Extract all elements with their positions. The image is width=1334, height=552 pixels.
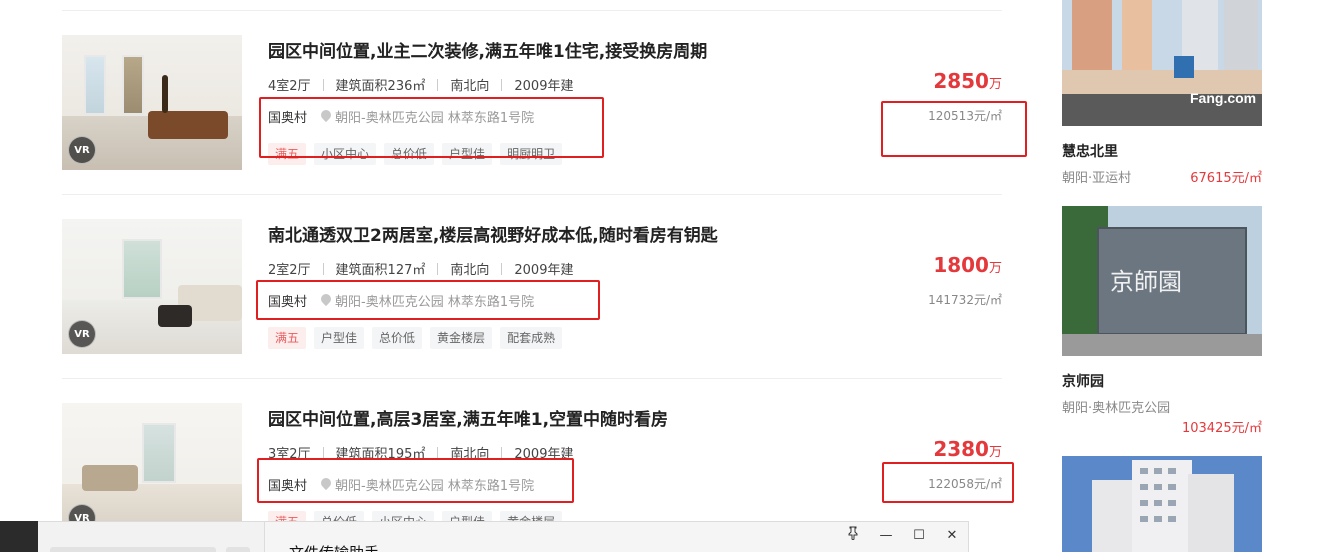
attr-separator <box>322 262 324 275</box>
floor-area: 建筑面积195㎡ <box>335 447 426 462</box>
room-layout: 2室2厅 <box>268 263 311 278</box>
unit-price: 120513元/㎡ <box>928 109 1002 123</box>
tag: 黄金楼层 <box>430 327 493 349</box>
listing-title[interactable]: 园区中间位置,业主二次装修,满五年唯1住宅,接受换房周期 <box>268 37 707 62</box>
gate-photo-icon: 京師園 <box>1062 206 1262 356</box>
row-divider <box>62 194 1002 195</box>
tag-list: 满五 小区中心 总价低 户型佳 明厨明卫 <box>268 143 563 165</box>
tag: 户型佳 <box>442 143 493 165</box>
address-text: 朝阳-奥林匹克公园 林萃东路1号院 <box>335 295 535 310</box>
tag: 户型佳 <box>314 327 365 349</box>
tag: 满五 <box>268 143 307 165</box>
attr-separator <box>437 78 439 91</box>
community-link[interactable]: 国奥村 <box>268 475 307 494</box>
top-divider <box>62 10 1002 11</box>
listing-location: 国奥村 朝阳-奥林匹克公园 林萃东路1号院 <box>268 107 534 126</box>
total-price: 2380万 <box>933 437 1002 461</box>
listing-attributes: 4室2厅 建筑面积236㎡ 南北向 2009年建 <box>268 75 573 94</box>
attr-separator <box>501 262 503 275</box>
community-link[interactable]: 国奥村 <box>268 291 307 310</box>
chat-search-input[interactable] <box>50 547 216 552</box>
price-number: 2850 <box>933 69 989 93</box>
attr-separator <box>437 446 439 459</box>
gate-sign-text: 京師園 <box>1110 268 1182 296</box>
tag: 配套成熟 <box>500 327 563 349</box>
tower-photo-icon <box>1062 456 1262 552</box>
minimize-button[interactable]: — <box>876 526 896 546</box>
address-text: 朝阳-奥林匹克公园 林萃东路1号院 <box>335 111 535 126</box>
build-year: 2009年建 <box>514 447 574 462</box>
attr-separator <box>322 78 324 91</box>
pin-icon[interactable] <box>843 526 863 546</box>
location-pin-icon <box>321 478 331 491</box>
listing-photo[interactable]: VR <box>62 219 242 354</box>
orientation: 南北向 <box>450 263 490 278</box>
price-unit: 万 <box>988 445 1002 460</box>
total-price: 1800万 <box>933 253 1002 277</box>
community-name[interactable]: 京师园 <box>1062 371 1104 391</box>
community-price: 103425元/㎡ <box>1181 421 1262 436</box>
build-year: 2009年建 <box>514 79 574 94</box>
listing-photo[interactable]: VR <box>62 35 242 170</box>
location-pin-icon <box>321 110 331 123</box>
community-area: 朝阳·奥林匹克公园 <box>1062 401 1171 416</box>
price-number: 1800 <box>933 253 989 277</box>
tag: 满五 <box>268 327 307 349</box>
tag-list: 满五 户型佳 总价低 黄金楼层 配套成熟 <box>268 327 563 349</box>
community-photo[interactable] <box>1062 456 1262 552</box>
location-pin-icon <box>321 294 331 307</box>
listing-attributes: 2室2厅 建筑面积127㎡ 南北向 2009年建 <box>268 259 573 278</box>
build-year: 2009年建 <box>514 263 574 278</box>
listing-title[interactable]: 南北通透双卫2两居室,楼层高视野好成本低,随时看房有钥匙 <box>268 221 718 246</box>
taskbar-strip <box>0 521 38 552</box>
listing-card[interactable]: VR 南北通透双卫2两居室,楼层高视野好成本低,随时看房有钥匙 2室2厅 建筑面… <box>62 219 1002 379</box>
tag: 明厨明卫 <box>500 143 563 165</box>
community-name[interactable]: 慧忠北里 <box>1062 141 1118 161</box>
row-divider <box>62 378 1002 379</box>
building-photo-icon: Fang.com <box>1062 0 1262 126</box>
price-unit: 万 <box>988 261 1002 276</box>
room-layout: 3室2厅 <box>268 447 311 462</box>
community-price: 67615元/㎡ <box>1190 171 1262 186</box>
floor-area: 建筑面积127㎡ <box>335 263 426 278</box>
vr-badge[interactable]: VR <box>68 320 96 348</box>
chat-add-button[interactable] <box>226 547 250 552</box>
listing-attributes: 3室2厅 建筑面积195㎡ 南北向 2009年建 <box>268 443 573 462</box>
tag: 总价低 <box>372 327 423 349</box>
community-photo[interactable]: Fang.com <box>1062 0 1262 126</box>
community-link[interactable]: 国奥村 <box>268 107 307 126</box>
chat-window[interactable]: 文件传输助手 — ☐ ✕ <box>264 521 969 552</box>
listing-photo[interactable]: VR <box>62 403 242 538</box>
listing-title[interactable]: 园区中间位置,高层3居室,满五年唯1,空置中随时看房 <box>268 405 668 430</box>
total-price: 2850万 <box>933 69 1002 93</box>
chat-title: 文件传输助手 <box>289 542 379 552</box>
tag: 总价低 <box>384 143 435 165</box>
orientation: 南北向 <box>450 79 490 94</box>
maximize-button[interactable]: ☐ <box>909 526 929 546</box>
attr-separator <box>501 78 503 91</box>
watermark-text: Fang.com <box>1190 90 1256 106</box>
room-layout: 4室2厅 <box>268 79 311 94</box>
tag: 小区中心 <box>314 143 377 165</box>
attr-separator <box>437 262 439 275</box>
attr-separator <box>322 446 324 459</box>
listing-location: 国奥村 朝阳-奥林匹克公园 林萃东路1号院 <box>268 475 534 494</box>
price-number: 2380 <box>933 437 989 461</box>
unit-price: 122058元/㎡ <box>928 477 1002 491</box>
listing-location: 国奥村 朝阳-奥林匹克公园 林萃东路1号院 <box>268 291 534 310</box>
price-unit: 万 <box>988 77 1002 92</box>
floor-area: 建筑面积236㎡ <box>335 79 426 94</box>
attr-separator <box>501 446 503 459</box>
community-photo[interactable]: 京師園 <box>1062 206 1262 356</box>
vr-badge[interactable]: VR <box>68 136 96 164</box>
unit-price: 141732元/㎡ <box>928 293 1002 307</box>
chat-sidebar-pane <box>38 521 264 552</box>
address-text: 朝阳-奥林匹克公园 林萃东路1号院 <box>335 479 535 494</box>
orientation: 南北向 <box>450 447 490 462</box>
community-area: 朝阳·亚运村 <box>1062 171 1132 186</box>
listing-card[interactable]: VR 园区中间位置,业主二次装修,满五年唯1住宅,接受换房周期 4室2厅 建筑面… <box>62 35 1002 195</box>
close-button[interactable]: ✕ <box>942 526 962 546</box>
